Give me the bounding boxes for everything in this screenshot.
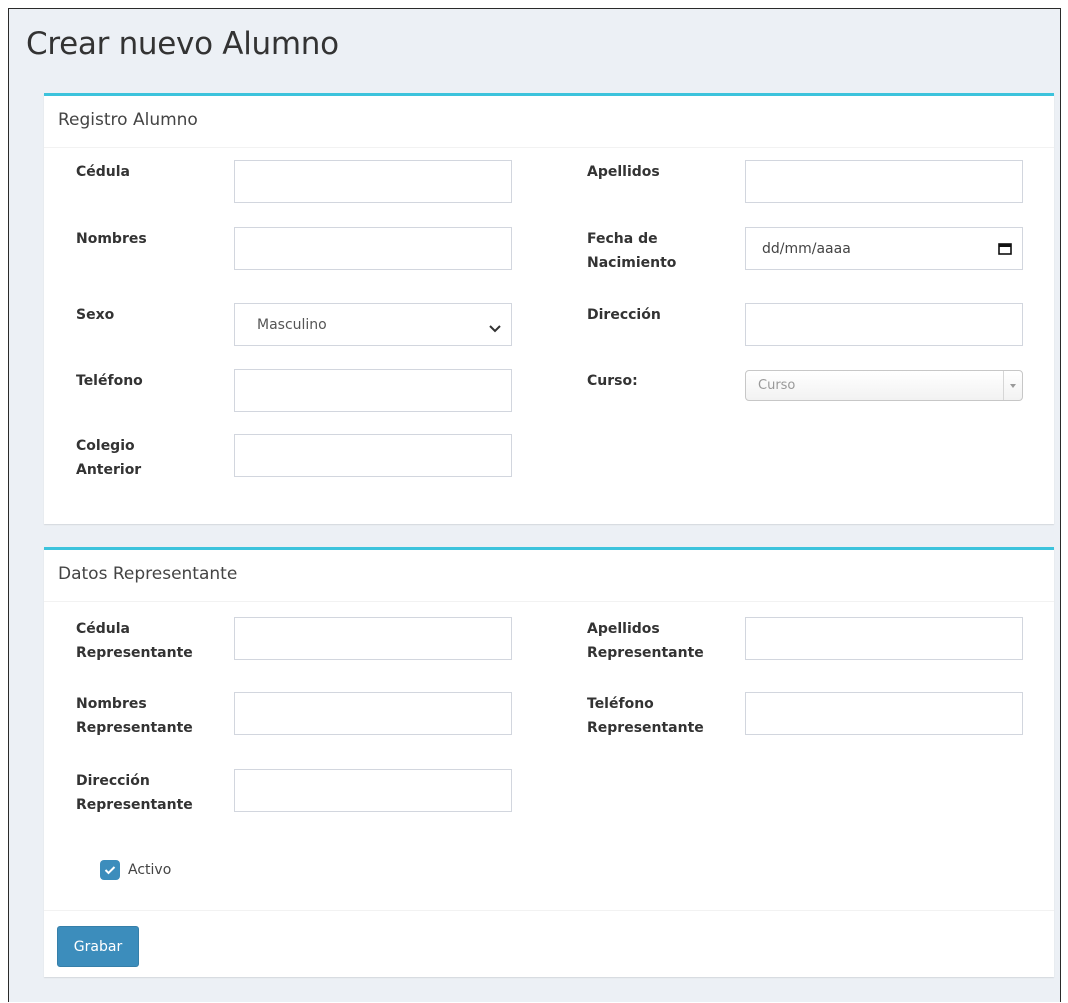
apellidos-input[interactable] [745, 160, 1023, 203]
direccion-representante-label: Dirección Representante [76, 773, 193, 813]
box-header: Registro Alumno [44, 96, 1054, 148]
apellidos-label: Apellidos [587, 164, 660, 180]
sexo-selected-value: Masculino [257, 316, 327, 333]
direccion-input[interactable] [745, 303, 1023, 346]
apellidos-representante-label: Apellidos Representante [587, 621, 704, 661]
activo-checkbox-row[interactable]: Activo [100, 860, 171, 880]
datos-representante-box: Datos Representante [44, 547, 1054, 977]
curso-placeholder: Curso [758, 378, 796, 393]
nombres-label: Nombres [76, 231, 147, 247]
calendar-icon[interactable] [998, 242, 1012, 255]
colegio-anterior-input[interactable] [234, 434, 512, 477]
dropdown-arrow-icon [1003, 371, 1022, 400]
nombres-representante-label: Nombres Representante [76, 696, 193, 736]
telefono-representante-input[interactable] [745, 692, 1023, 735]
sexo-label: Sexo [76, 307, 115, 323]
curso-select[interactable]: Curso [745, 370, 1023, 401]
fecha-nacimiento-input[interactable]: dd/mm/aaaa [745, 227, 1023, 270]
box-title: Registro Alumno [58, 110, 198, 130]
cedula-representante-label: Cédula Representante [76, 621, 193, 661]
grabar-button[interactable]: Grabar [57, 926, 139, 967]
telefono-label: Teléfono [76, 373, 143, 389]
telefono-representante-label: Teléfono Representante [587, 696, 704, 736]
fecha-placeholder: dd/mm/aaaa [762, 240, 851, 257]
activo-label: Activo [128, 862, 172, 878]
box-title: Datos Representante [58, 564, 238, 584]
fecha-nacimiento-label: Fecha de Nacimiento [587, 231, 677, 271]
cedula-input[interactable] [234, 160, 512, 203]
cedula-representante-input[interactable] [234, 617, 512, 660]
check-icon [104, 866, 116, 875]
apellidos-representante-input[interactable] [745, 617, 1023, 660]
direccion-label: Dirección [587, 307, 661, 323]
telefono-input[interactable] [234, 369, 512, 412]
activo-checkbox[interactable] [100, 860, 120, 880]
colegio-anterior-label: Colegio Anterior [76, 438, 142, 478]
chevron-down-icon [489, 321, 501, 332]
curso-label: Curso: [587, 373, 638, 389]
sexo-select[interactable]: Masculino [234, 303, 512, 346]
box-footer-divider [44, 910, 1054, 911]
nombres-representante-input[interactable] [234, 692, 512, 735]
box-header: Datos Representante [44, 550, 1054, 602]
cedula-label: Cédula [76, 164, 131, 180]
direccion-representante-input[interactable] [234, 769, 512, 812]
nombres-input[interactable] [234, 227, 512, 270]
page-title: Crear nuevo Alumno [26, 26, 339, 62]
